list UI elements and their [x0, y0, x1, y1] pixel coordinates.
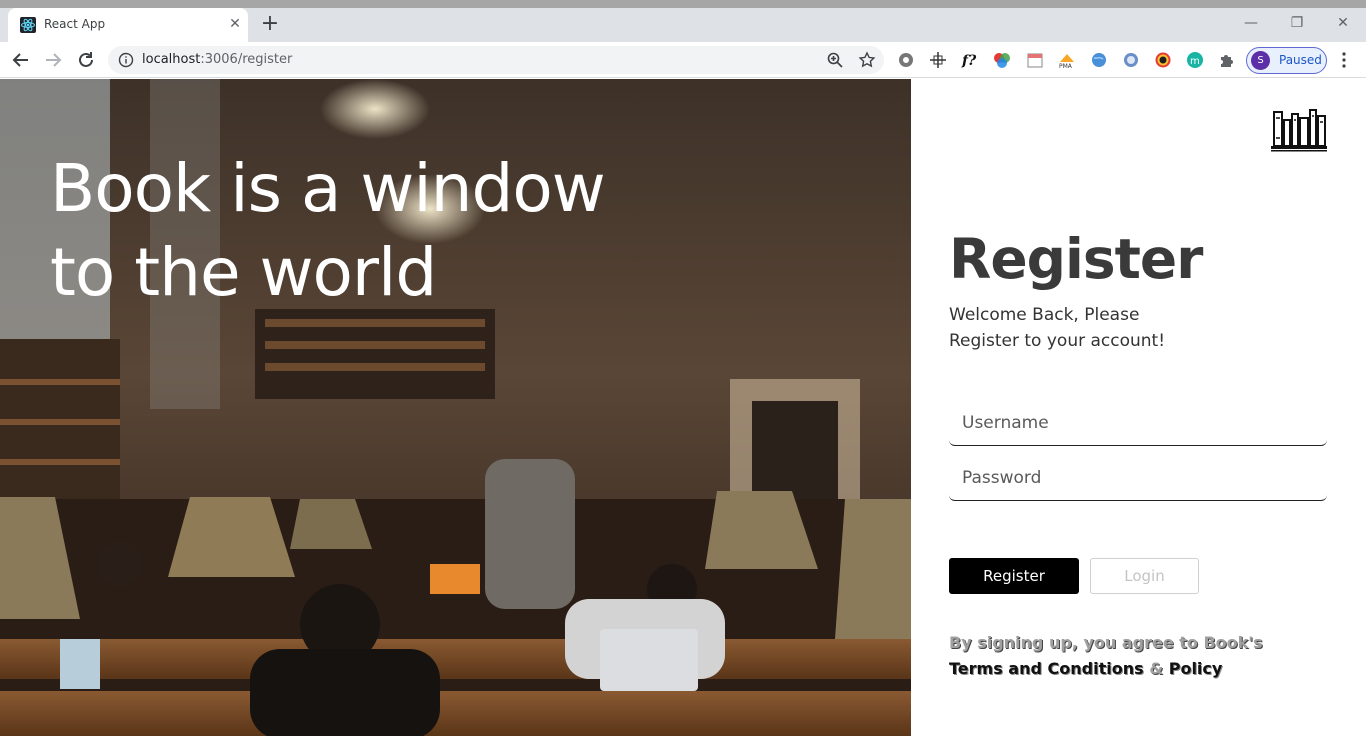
settings-gear-icon[interactable]	[897, 51, 915, 69]
terms-ampersand: &	[1149, 659, 1164, 678]
tab-title: React App	[44, 17, 106, 31]
avatar: S	[1251, 51, 1270, 70]
site-info-icon[interactable]	[118, 52, 134, 68]
hero-heading-line-1: Book is a window	[50, 150, 606, 227]
terms-link[interactable]: Terms and Conditions	[949, 659, 1144, 678]
url-text[interactable]: localhost:3006/register	[142, 52, 292, 67]
zoom-icon[interactable]	[826, 51, 844, 69]
pma-icon[interactable]: PMA	[1058, 51, 1076, 69]
register-title: Register	[949, 227, 1203, 291]
m-circle-icon[interactable]: m	[1186, 51, 1204, 69]
menu-dots-icon[interactable]	[1336, 51, 1352, 69]
register-panel: Register Welcome Back, Please Register t…	[911, 79, 1366, 736]
svg-text:f?: f?	[961, 53, 977, 69]
new-tab-button[interactable]: +	[259, 13, 281, 36]
username-input[interactable]	[949, 401, 1327, 445]
username-field	[949, 401, 1327, 446]
react-favicon-icon	[20, 17, 36, 33]
subtitle-line-1: Welcome Back, Please	[949, 305, 1140, 325]
font-finder-icon[interactable]: f?	[961, 51, 979, 69]
profile-status: Paused	[1279, 53, 1322, 67]
compass-icon[interactable]	[1122, 51, 1140, 69]
bookshelf-icon	[1271, 109, 1327, 152]
back-arrow-icon[interactable]	[10, 49, 32, 71]
globe-icon[interactable]	[1090, 51, 1108, 69]
camera-icon[interactable]	[1154, 51, 1172, 69]
password-input[interactable]	[949, 456, 1327, 500]
window-top-strip	[0, 0, 1366, 8]
calendar-icon[interactable]	[1026, 51, 1044, 69]
address-bar[interactable]: localhost:3006/register	[108, 46, 884, 74]
register-button[interactable]: Register	[949, 558, 1079, 594]
move-cross-icon[interactable]	[929, 51, 947, 69]
color-picker-icon[interactable]	[993, 51, 1011, 69]
register-page: Book is a window to the world Register W…	[0, 79, 1366, 736]
url-path: :3006/register	[200, 52, 293, 67]
hero-heading-line-2: to the world	[50, 234, 437, 311]
register-subtitle: Welcome Back, Please Register to your ac…	[949, 302, 1249, 354]
subtitle-line-2: Register to your account!	[949, 331, 1166, 351]
tab-bar: React App ✕ + — ❐ ✕	[0, 8, 1366, 42]
forward-arrow-icon[interactable]	[42, 49, 64, 71]
password-field	[949, 456, 1327, 501]
svg-text:m: m	[1190, 56, 1200, 67]
minimize-button[interactable]: —	[1228, 12, 1274, 36]
browser-toolbar: localhost:3006/register f? PMA m S Pause…	[0, 42, 1366, 78]
tab-react-app[interactable]: React App ✕	[8, 8, 248, 42]
puzzle-icon[interactable]	[1218, 51, 1236, 69]
terms-notice: By signing up, you agree to Book's Terms…	[949, 630, 1329, 682]
tab-close-icon[interactable]: ✕	[226, 15, 244, 33]
terms-lead-text: By signing up, you agree to Book's	[949, 633, 1263, 652]
profile-button[interactable]: S Paused	[1246, 47, 1327, 74]
hero-library-image: Book is a window to the world	[0, 79, 911, 736]
bookmark-star-icon[interactable]	[858, 51, 876, 69]
restore-button[interactable]: ❐	[1274, 12, 1320, 36]
svg-text:PMA: PMA	[1059, 63, 1073, 69]
login-button[interactable]: Login	[1090, 558, 1199, 594]
policy-link[interactable]: Policy	[1169, 659, 1223, 678]
hero-heading: Book is a window to the world	[50, 147, 606, 315]
reload-icon[interactable]	[75, 49, 97, 71]
close-window-button[interactable]: ✕	[1320, 12, 1366, 36]
url-host: localhost	[142, 52, 201, 67]
